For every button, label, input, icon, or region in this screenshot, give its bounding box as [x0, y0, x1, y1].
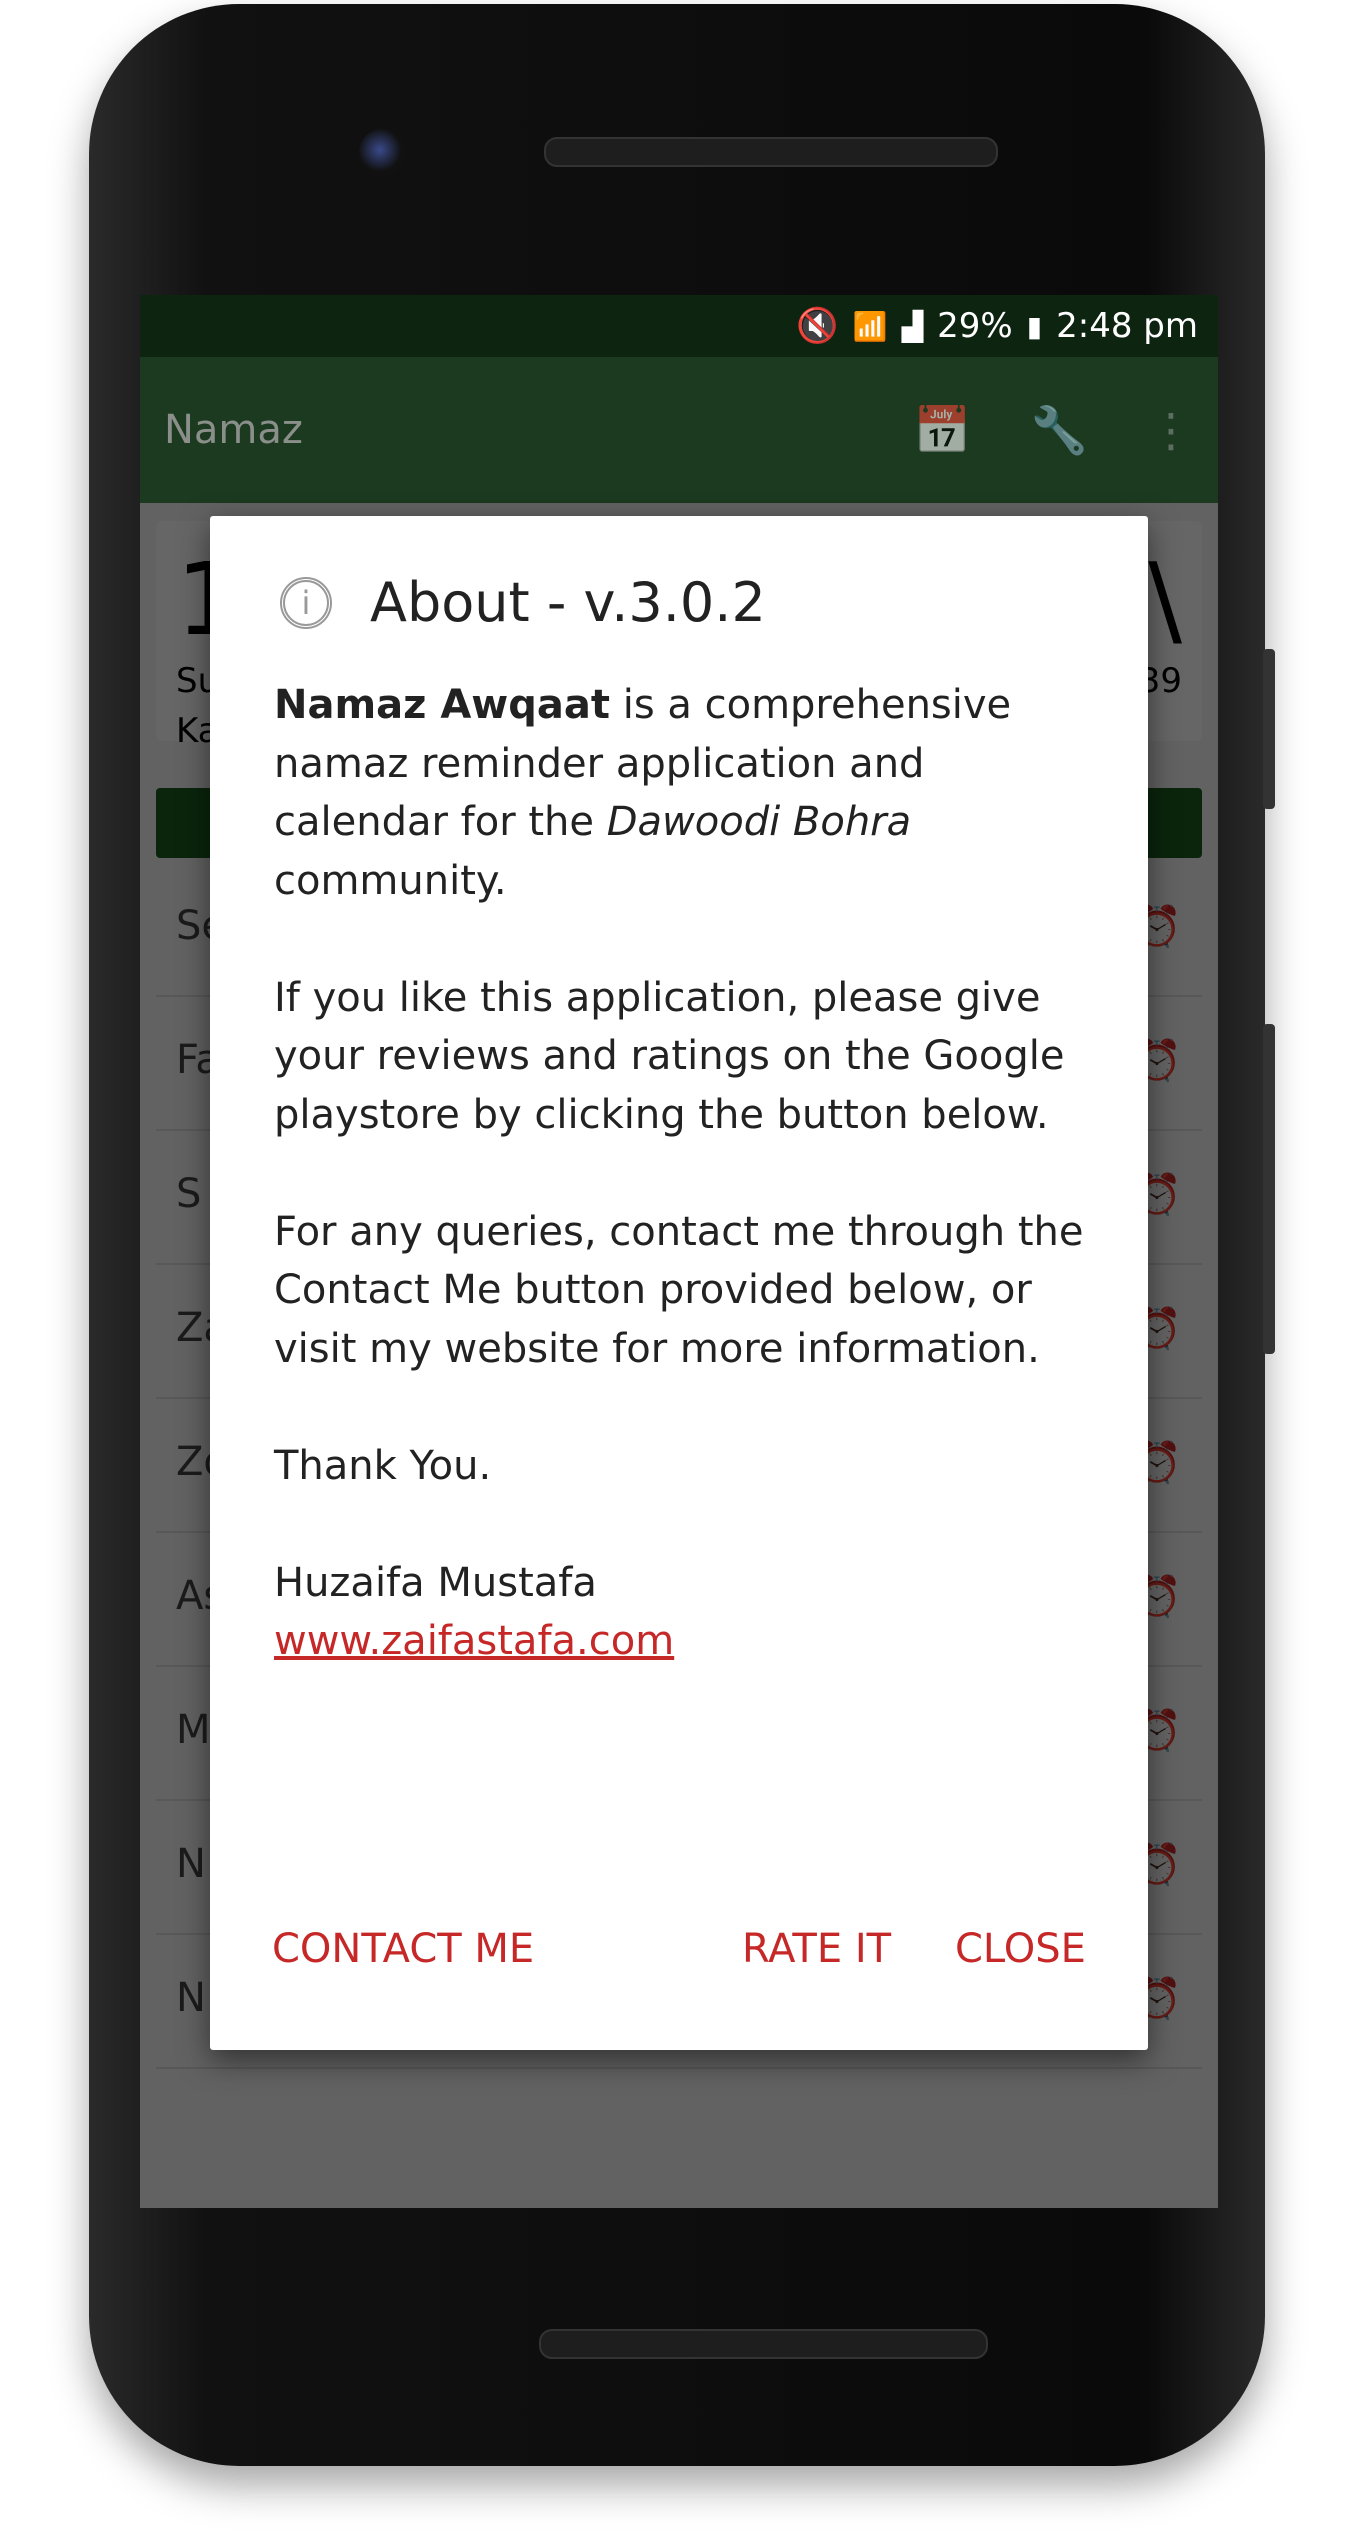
author-name: Huzaifa Mustafa	[274, 1559, 597, 1606]
rate-paragraph: If you like this application, please giv…	[274, 974, 1065, 1138]
volume-button	[1263, 1024, 1275, 1354]
bottom-speaker	[539, 2329, 988, 2359]
dialog-actions: CONTACT ME RATE IT CLOSE	[210, 1926, 1148, 1986]
rate-it-button[interactable]: RATE IT	[742, 1926, 891, 1972]
community-name: Dawoodi Bohra	[606, 799, 912, 845]
app-title: Namaz	[164, 407, 303, 453]
contact-me-button[interactable]: CONTACT ME	[272, 1926, 534, 1972]
clock: 2:48 pm	[1056, 306, 1198, 346]
intro-paragraph: Namaz Awqaat is a comprehensive namaz re…	[274, 676, 1094, 910]
intro-end: community.	[274, 857, 507, 904]
more-vert-icon[interactable]: ⋮	[1148, 403, 1194, 457]
info-icon: i	[280, 576, 332, 629]
wrench-icon[interactable]: 🔧	[1031, 403, 1088, 458]
calendar-contact-icon[interactable]: 📅	[913, 403, 970, 458]
website-link[interactable]: www.zaifastafa.com	[274, 1612, 1094, 1671]
app-name: Namaz Awqaat	[274, 682, 610, 728]
battery-text: 29%	[937, 306, 1013, 346]
close-button[interactable]: CLOSE	[955, 1926, 1086, 1972]
battery-charging-icon: ▮	[1026, 309, 1043, 343]
screen: 🔇 📶 ▟ 29% ▮ 2:48 pm Namaz 📅 🔧 ⋮ 1 Su Ka …	[140, 295, 1218, 2208]
power-button	[1263, 649, 1275, 809]
toolbar: Namaz 📅 🔧 ⋮	[140, 357, 1218, 503]
front-camera	[359, 129, 405, 175]
contact-paragraph: For any queries, contact me through the …	[274, 1208, 1084, 1372]
mute-icon: 🔇	[796, 306, 839, 346]
signal-icon: ▟	[901, 309, 924, 343]
status-bar: 🔇 📶 ▟ 29% ▮ 2:48 pm	[140, 295, 1218, 357]
dialog-title-text: About - v.3.0.2	[370, 571, 766, 634]
about-dialog: i About - v.3.0.2 Namaz Awqaat is a comp…	[210, 516, 1148, 2050]
dialog-body: Namaz Awqaat is a comprehensive namaz re…	[274, 676, 1094, 1671]
wifi-icon: 📶	[852, 309, 888, 343]
thanks-text: Thank You.	[274, 1442, 492, 1489]
dialog-title: i About - v.3.0.2	[280, 571, 766, 634]
earpiece-speaker	[544, 137, 998, 167]
